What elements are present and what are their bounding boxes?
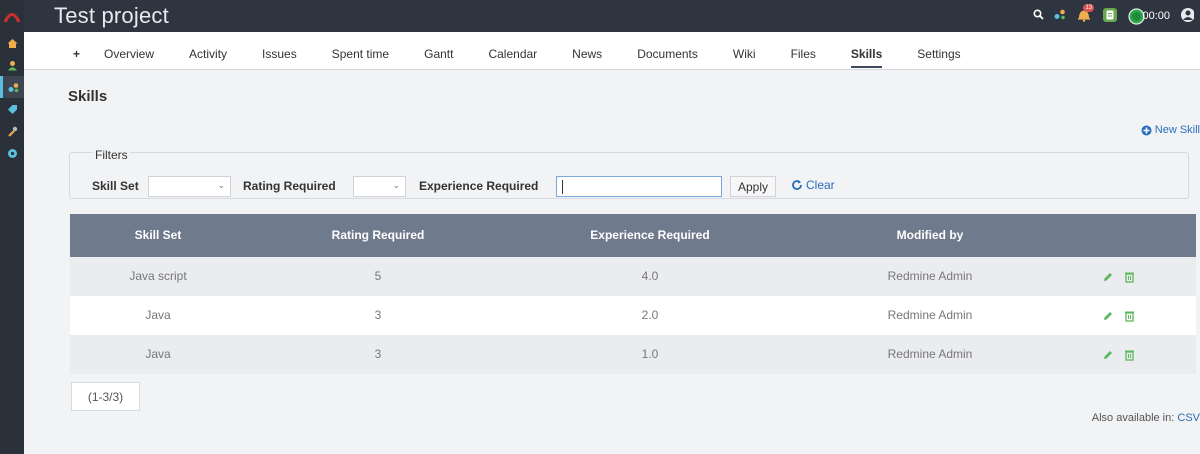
experience-required-filter-label: Experience Required <box>419 179 539 193</box>
notification-count-badge: 13 <box>1083 4 1095 12</box>
help-nav[interactable] <box>0 142 24 164</box>
tab-spent-time[interactable]: Spent time <box>332 32 389 66</box>
administration-nav[interactable] <box>0 120 24 142</box>
home-nav[interactable] <box>0 32 24 54</box>
tag-icon <box>7 104 17 114</box>
user-icon <box>7 60 17 70</box>
cell-modified-by: Redmine Admin <box>887 347 973 361</box>
cell-skill-set: Java <box>145 347 171 361</box>
chevron-down-icon: ⌄ <box>392 180 400 190</box>
tab-skills[interactable]: Skills <box>850 32 883 68</box>
apply-button[interactable]: Apply <box>730 176 776 197</box>
tab-calendar[interactable]: Calendar <box>488 32 537 66</box>
also-available-label: Also available in: <box>1091 412 1175 424</box>
edit-pencil-icon[interactable] <box>1102 310 1114 322</box>
column-header-rating-required[interactable]: Rating Required <box>290 214 466 257</box>
new-skill-link[interactable]: New Skill <box>1141 124 1200 136</box>
cell-modified-by: Redmine Admin <box>887 308 973 322</box>
user-avatar[interactable] <box>1180 7 1195 26</box>
row-actions <box>1102 335 1135 374</box>
skill-set-filter-label: Skill Set <box>92 179 139 193</box>
cell-modified-by: Redmine Admin <box>887 269 973 283</box>
tab-wiki[interactable]: Wiki <box>733 32 756 66</box>
csv-export-link[interactable]: CSV <box>1177 412 1200 424</box>
cell-rating-required: 5 <box>374 269 382 283</box>
projects-menu-icon[interactable] <box>1054 9 1066 23</box>
table-row: Java script 5 4.0 Redmine Admin <box>70 257 1196 296</box>
top-header: Test project 13 00:00 <box>24 0 1200 32</box>
timer-display: 00:00 <box>1142 10 1170 22</box>
refresh-icon <box>792 180 802 190</box>
table-header: Skill Set Rating Required Experience Req… <box>70 214 1196 257</box>
table-row: Java 3 2.0 Redmine Admin <box>70 296 1196 335</box>
tags-nav[interactable] <box>0 98 24 120</box>
tab-overview[interactable]: Overview <box>104 32 154 66</box>
cell-experience-required: 4.0 <box>641 269 659 283</box>
row-actions <box>1102 296 1135 335</box>
clear-label: Clear <box>806 178 835 192</box>
table-row: Java 3 1.0 Redmine Admin <box>70 335 1196 374</box>
home-icon <box>7 38 17 48</box>
cell-rating-required: 3 <box>374 308 382 322</box>
rating-required-select[interactable]: ⌄ <box>353 176 406 197</box>
help-icon <box>7 148 17 158</box>
delete-trash-icon[interactable] <box>1124 271 1135 283</box>
tab-documents[interactable]: Documents <box>637 32 698 66</box>
timesheet-icon[interactable] <box>1102 7 1118 26</box>
edit-pencil-icon[interactable] <box>1102 271 1114 283</box>
skills-table: Skill Set Rating Required Experience Req… <box>70 214 1196 374</box>
project-title[interactable]: Test project <box>54 3 169 29</box>
cell-experience-required: 2.0 <box>641 308 659 322</box>
delete-trash-icon[interactable] <box>1124 310 1135 322</box>
skill-set-select[interactable]: ⌄ <box>148 176 231 197</box>
add-circle-icon <box>1141 125 1152 135</box>
cell-skill-set: Java <box>145 308 171 322</box>
tab-gantt[interactable]: Gantt <box>424 32 453 66</box>
app-logo[interactable] <box>0 0 24 32</box>
tab-files[interactable]: Files <box>791 32 816 66</box>
export-formats: Also available in: CSV <box>1092 412 1200 424</box>
page-title: Skills <box>68 88 108 105</box>
column-header-skill-set[interactable]: Skill Set <box>70 214 246 257</box>
notifications-bell-icon[interactable]: 13 <box>1076 4 1095 25</box>
tab-issues[interactable]: Issues <box>262 32 297 66</box>
logo-icon <box>3 13 21 23</box>
cell-skill-set: Java script <box>129 269 187 283</box>
rating-required-filter-label: Rating Required <box>243 179 336 193</box>
my-page-nav[interactable] <box>0 54 24 76</box>
text-caret <box>562 180 563 194</box>
timer-toggle[interactable]: 00:00 <box>1128 7 1170 25</box>
projects-icon <box>8 82 19 92</box>
column-header-experience-required[interactable]: Experience Required <box>540 214 760 257</box>
cell-experience-required: 1.0 <box>641 347 659 361</box>
tab-activity[interactable]: Activity <box>189 32 227 66</box>
left-icon-bar <box>0 0 24 454</box>
wrench-icon <box>7 126 17 137</box>
new-object-menu[interactable]: + <box>73 32 80 66</box>
experience-required-input[interactable] <box>556 176 722 197</box>
clear-link[interactable]: Clear <box>791 178 835 192</box>
search-icon[interactable] <box>1033 9 1045 23</box>
delete-trash-icon[interactable] <box>1124 349 1135 361</box>
edit-pencil-icon[interactable] <box>1102 349 1114 361</box>
chevron-down-icon: ⌄ <box>217 180 225 190</box>
header-tools: 13 00:00 <box>1033 4 1200 26</box>
cell-rating-required: 3 <box>374 347 382 361</box>
row-actions <box>1102 257 1135 296</box>
tab-settings[interactable]: Settings <box>917 32 960 66</box>
new-skill-label: New Skill <box>1154 124 1200 136</box>
filters-legend[interactable]: Filters <box>93 148 130 162</box>
main-content: Skills New Skill Filters Skill Set ⌄ Rat… <box>24 71 1200 454</box>
column-header-modified-by[interactable]: Modified by <box>850 214 1010 257</box>
tab-news[interactable]: News <box>572 32 602 66</box>
pagination-count[interactable]: (1-3/3) <box>71 382 140 411</box>
projects-nav[interactable] <box>0 76 24 98</box>
project-menu: + Overview Activity Issues Spent time Ga… <box>24 32 1200 70</box>
